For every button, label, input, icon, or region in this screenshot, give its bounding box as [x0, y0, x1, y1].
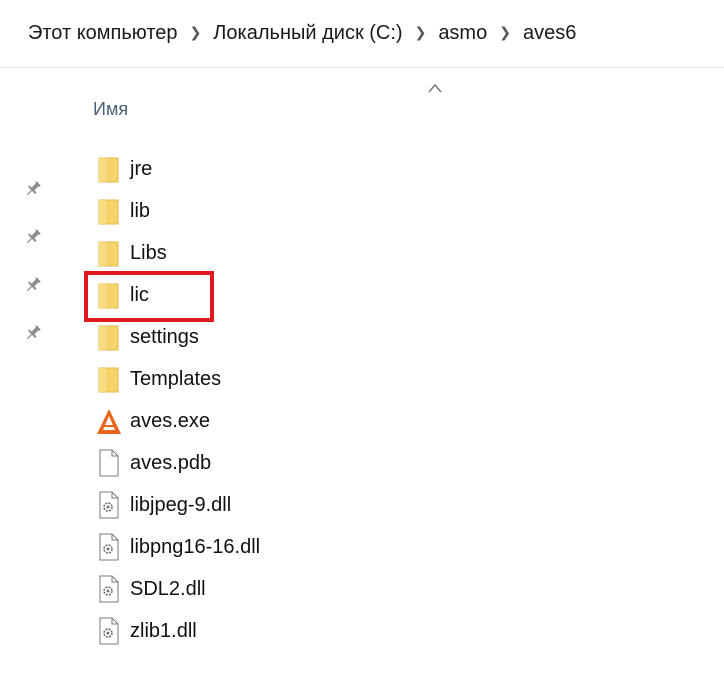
file-name: aves.exe — [130, 409, 211, 432]
file-name: Templates — [130, 367, 222, 390]
file-icon — [99, 449, 119, 477]
app-icon — [97, 409, 121, 434]
chevron-right-icon[interactable]: ❯ — [415, 24, 427, 41]
dll-icon — [99, 533, 119, 561]
file-row-libjpeg-dll[interactable]: libjpeg-9.dll — [0, 484, 724, 526]
folder-icon — [98, 241, 119, 267]
file-name: zlib1.dll — [130, 619, 197, 642]
dll-icon — [99, 575, 119, 603]
file-name: Libs — [130, 241, 167, 264]
breadcrumb-item-this-pc[interactable]: Этот компьютер — [28, 22, 178, 45]
dll-icon — [99, 617, 119, 645]
file-row-aves-exe[interactable]: aves.exe — [0, 400, 724, 442]
chevron-up-icon[interactable] — [427, 82, 443, 94]
highlight-box — [84, 271, 214, 322]
folder-icon — [98, 199, 119, 225]
folder-icon — [98, 157, 119, 183]
file-name: lib — [130, 199, 151, 222]
file-row-libpng-dll[interactable]: libpng16-16.dll — [0, 526, 724, 568]
file-row-templates[interactable]: Templates — [0, 358, 724, 400]
file-row-lib[interactable]: lib — [0, 190, 724, 232]
file-name: jre — [130, 157, 153, 180]
breadcrumb-item-asmo[interactable]: asmo — [438, 22, 487, 45]
file-list: jre lib Libs lic settings Templates aves… — [0, 148, 724, 652]
file-explorer: Этот компьютер ❯ Локальный диск (C:) ❯ a… — [0, 0, 724, 677]
dll-icon — [99, 491, 119, 519]
chevron-right-icon[interactable]: ❯ — [499, 24, 511, 41]
file-row-libs[interactable]: Libs — [0, 232, 724, 274]
file-name: settings — [130, 325, 199, 348]
folder-icon — [98, 325, 119, 351]
file-name: libpng16-16.dll — [130, 535, 261, 558]
file-name: aves.pdb — [130, 451, 212, 474]
breadcrumb-item-local-disk[interactable]: Локальный диск (C:) — [213, 22, 402, 45]
file-name: SDL2.dll — [130, 577, 206, 600]
folder-icon — [98, 367, 119, 393]
breadcrumb-item-aves6[interactable]: aves6 — [523, 22, 576, 45]
file-name: libjpeg-9.dll — [130, 493, 232, 516]
breadcrumb: Этот компьютер ❯ Локальный диск (C:) ❯ a… — [0, 0, 724, 68]
file-row-jre[interactable]: jre — [0, 148, 724, 190]
column-header-name[interactable]: Имя — [93, 99, 128, 120]
file-row-sdl2-dll[interactable]: SDL2.dll — [0, 568, 724, 610]
chevron-right-icon[interactable]: ❯ — [190, 24, 202, 41]
file-row-aves-pdb[interactable]: aves.pdb — [0, 442, 724, 484]
file-row-settings[interactable]: settings — [0, 316, 724, 358]
file-row-zlib1-dll[interactable]: zlib1.dll — [0, 610, 724, 652]
